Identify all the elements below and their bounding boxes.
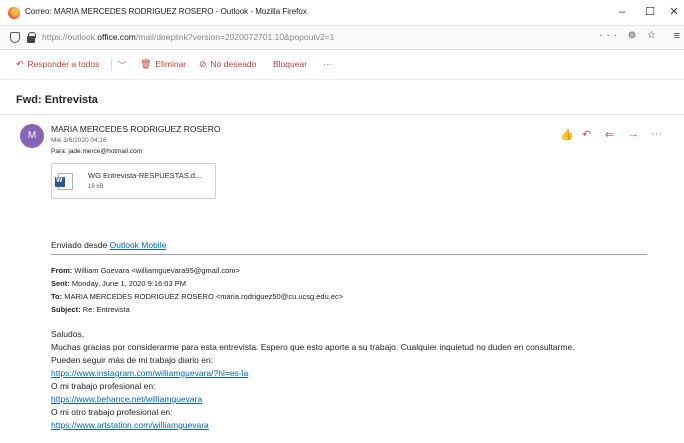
reply-all-icon: ↶ [16,59,24,69]
more-actions-button[interactable]: ··· [323,59,332,69]
from-label: From: [51,266,73,275]
attachment-size: 19 kB [88,184,104,190]
window-titlebar: Correo: MARIA MERCEDES RODRIGUEZ ROSERO … [0,0,684,26]
body-line-1: Muchas gracias por considerarme para est… [51,342,575,352]
from-value: William Guevara <williamguevara95@gmail.… [74,266,240,275]
to-label: Para: [51,148,67,155]
behance-link[interactable]: https://www.behance.net/williamguevara [51,394,202,404]
sender-avatar[interactable]: M [20,124,44,148]
message-date: Mié 3/6/2020 04:16 [51,137,107,144]
artstation-link[interactable]: https://www.artstation.com/williamguevar… [51,420,209,430]
sent-from-line: Enviado desde Outlook Mobile [51,240,166,250]
recipient-line: Para: jade.merce@hotmail.com [51,148,142,155]
firefox-logo-icon [8,7,20,19]
delete-label: Eliminar [155,59,187,69]
reply-all-icon-action[interactable]: ⇐ [605,128,614,141]
fwd-to-label: To: [51,292,63,301]
fwd-to-value: MARIA MERCEDES RODRIGUEZ ROSERO <maria.r… [64,292,344,301]
sent-label: Sent: [51,279,70,288]
reply-all-button[interactable]: ↶ Responder a todos [16,59,99,70]
message-subject: Fwd: Entrevista [16,94,98,106]
block-circle-icon: ⊘ [199,59,207,69]
command-bar: ↶ Responder a todos ﹀ 🗑 Eliminar ⊘ No desea… [0,50,684,80]
lock-icon[interactable] [27,32,36,43]
trash-icon: 🗑 [140,59,152,69]
toolbar-divider [111,59,112,71]
delete-button[interactable]: 🗑 Eliminar [140,59,186,70]
close-window-button[interactable]: ✕ [664,4,684,20]
junk-button[interactable]: ⊘ No deseado [199,59,256,70]
body-line-4: O mi otro trabajo profesional en: [51,407,173,417]
maximize-button[interactable]: ☐ [640,4,660,20]
outlook-mobile-link[interactable]: Outlook Mobile [110,240,167,250]
block-button[interactable]: Bloquear [273,59,307,69]
recipient-address[interactable]: jade.merce@hotmail.com [68,148,142,155]
body-line-3: O mi trabajo profesional en: [51,381,156,391]
sent-value: Monday, June 1, 2020 9:16:03 PM [71,279,186,288]
instagram-link[interactable]: https://www.instagram.com/williamguevara… [51,368,248,378]
more-options-icon[interactable]: ··· [651,128,662,140]
sent-from-text: Enviado desde [51,240,110,250]
forwarded-subject: Subject: Re: Entrevista [51,305,130,314]
forward-divider [51,254,647,255]
forwarded-sent: Sent: Monday, June 1, 2020 9:16:03 PM [51,279,186,288]
attachment-name: WG Entrevista-RESPUESTAS.d... [88,171,202,180]
url-prefix: https://outlook. [42,32,98,42]
url-field[interactable]: https://outlook.office.com/mail/deeplink… [42,32,334,42]
reply-all-label: Responder a todos [27,59,100,69]
tracking-shield-icon[interactable] [10,32,20,43]
body-line-2: Pueden seguir más de mi trabajo diario e… [51,355,214,365]
url-path: /mail/deeplink?version=2020072701.10&pop… [135,32,335,42]
reply-options-dropdown[interactable]: ﹀ [118,59,127,71]
url-host: office.com [97,32,136,42]
sender-name[interactable]: MARIA MERCEDES RODRIGUEZ ROSERO [51,124,221,134]
forwarded-from: From: William Guevara <williamguevara95@… [51,266,240,275]
subject-value: Re: Entrevista [82,305,130,314]
forward-icon[interactable]: → [628,128,639,140]
body-greeting: Saludos, [51,329,85,339]
window-title: Correo: MARIA MERCEDES RODRIGUEZ ROSERO … [25,7,307,16]
word-document-icon [55,173,73,190]
junk-label: No deseado [210,59,257,69]
subject-label: Subject: [51,305,81,314]
attachment-card[interactable]: WG Entrevista-RESPUESTAS.d... 19 kB [51,163,216,199]
page-actions[interactable]: ··· ⊚ ☆ [599,30,660,41]
address-bar: https://outlook.office.com/mail/deeplink… [0,26,684,50]
subject-divider [0,114,684,115]
reply-icon[interactable]: ↶ [582,128,591,141]
minimize-button[interactable]: – [612,4,632,20]
hamburger-menu-icon[interactable]: ≡ [674,30,680,42]
like-icon[interactable]: 👍 [560,128,574,141]
forwarded-to: To: MARIA MERCEDES RODRIGUEZ ROSERO <mar… [51,292,343,301]
